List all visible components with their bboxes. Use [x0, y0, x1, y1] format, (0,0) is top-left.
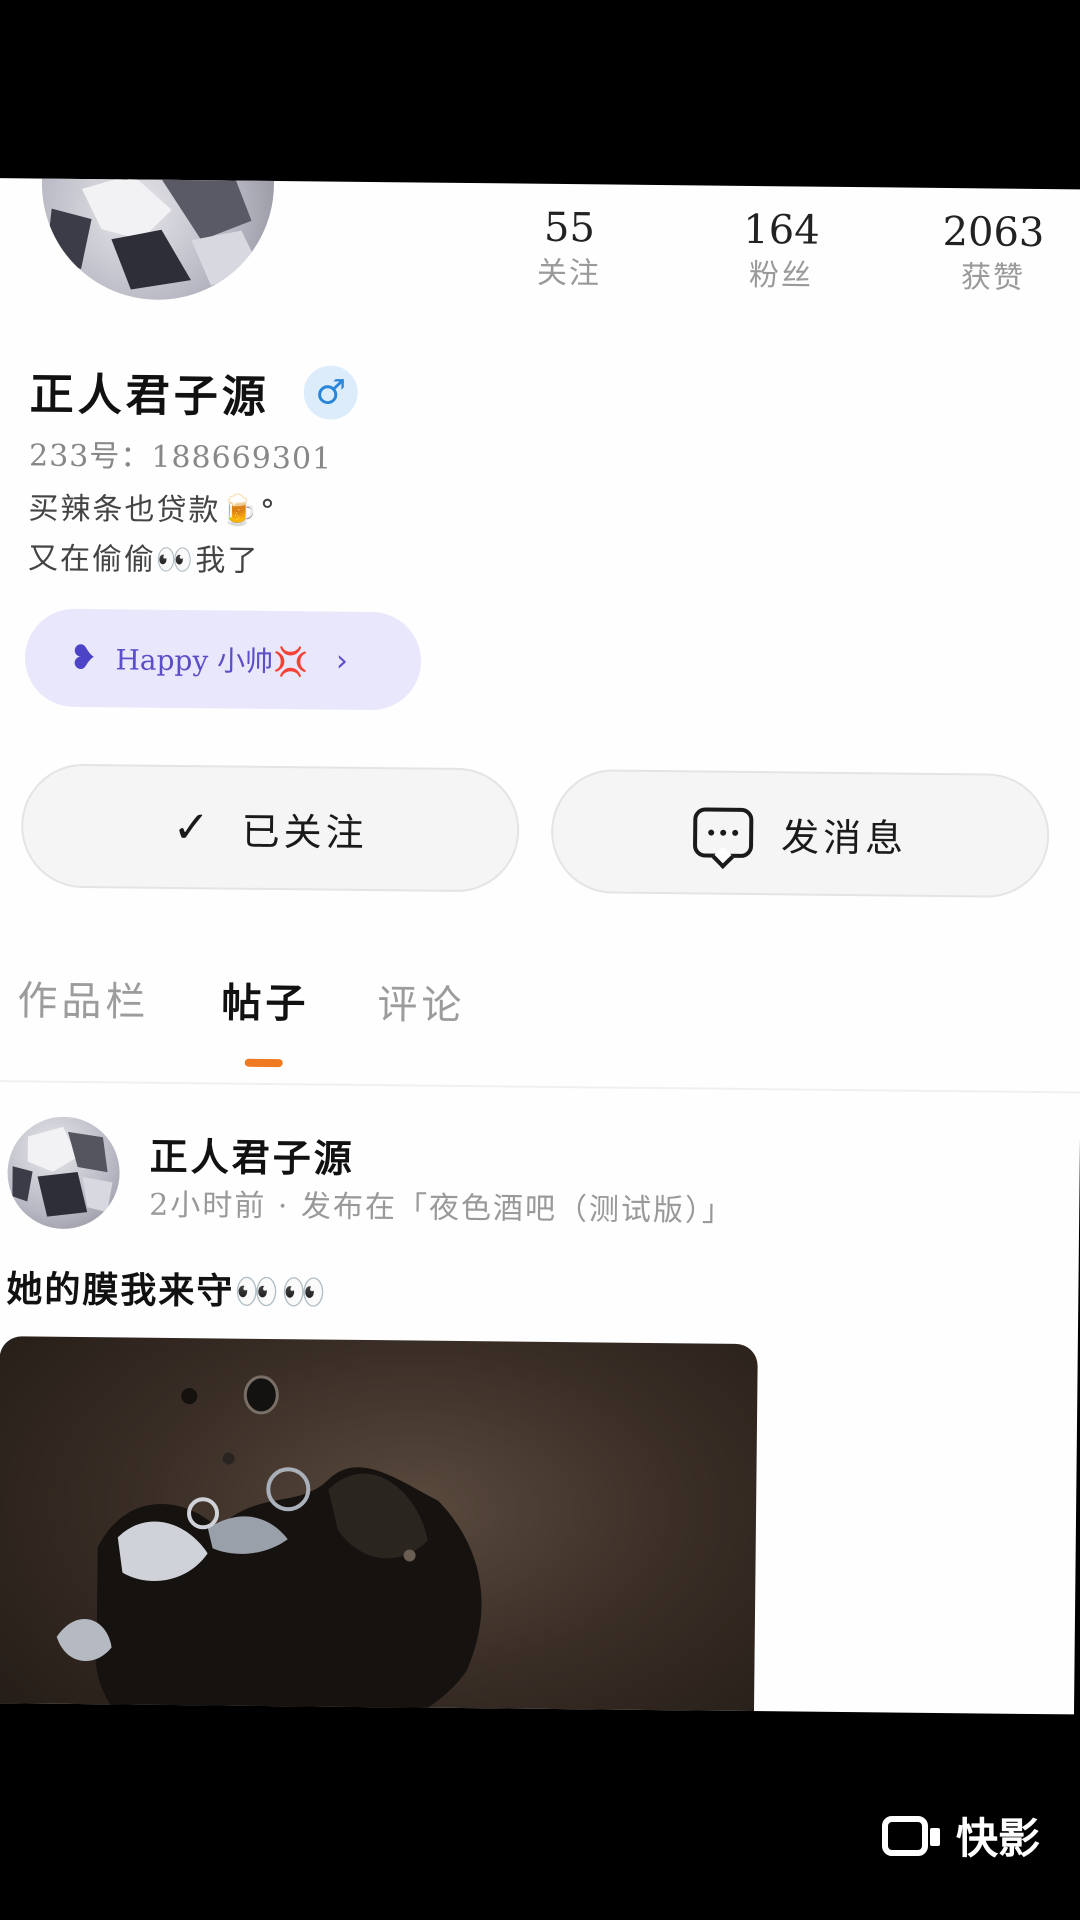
- post-image[interactable]: [0, 1336, 758, 1715]
- profile-bio-line: 买辣条也贷款🍺°: [28, 491, 278, 530]
- stat-value: 164: [743, 206, 820, 254]
- profile-tag-label: Happy 小帅💢: [115, 643, 309, 679]
- divider: [0, 1079, 1080, 1094]
- send-message-button[interactable]: 发消息: [550, 768, 1050, 899]
- profile-uid: 233号：188669301: [28, 438, 333, 477]
- post-text: 她的膜我来守👀👀: [6, 1268, 329, 1314]
- tab-comments[interactable]: 评论: [377, 972, 466, 1031]
- chevron-right-icon: ›: [335, 643, 349, 679]
- followed-button[interactable]: ✓ 已关注: [20, 763, 520, 893]
- watermark: 快影: [881, 1805, 1040, 1866]
- stat-followers[interactable]: 164 粉丝: [711, 206, 852, 299]
- stat-label: 粉丝: [748, 257, 814, 294]
- profile-tag[interactable]: ❥ Happy 小帅💢 ›: [24, 608, 422, 711]
- stat-value: 55: [543, 204, 596, 252]
- avatar-image: [12, 1126, 113, 1217]
- male-icon: ♂: [303, 365, 359, 420]
- tab-works[interactable]: 作品栏: [17, 968, 150, 1027]
- stat-label: 关注: [536, 255, 602, 292]
- stat-value: 2063: [942, 208, 1045, 257]
- followed-button-label: 已关注: [241, 809, 368, 855]
- send-message-button-label: 发消息: [780, 814, 908, 861]
- active-tab-indicator: [244, 1058, 283, 1068]
- stat-following[interactable]: 55 关注: [499, 203, 640, 296]
- stat-label: 获赞: [960, 260, 1026, 296]
- heart-icon: ❥: [68, 637, 98, 679]
- profile-bio-line: 又在偷偷👀我了: [27, 541, 260, 579]
- post-author-avatar[interactable]: [7, 1116, 121, 1230]
- profile-name: 正人君子源: [29, 369, 270, 423]
- watermark-label: 快影: [955, 1814, 1040, 1863]
- post-image-content: [56, 1375, 482, 1715]
- video-camera-icon: [881, 1815, 940, 1856]
- chat-bubble-icon: [692, 807, 754, 859]
- profile-avatar[interactable]: [40, 178, 275, 301]
- stat-likes[interactable]: 2063 获赞: [923, 208, 1064, 301]
- post-author-name[interactable]: 正人君子源: [150, 1126, 356, 1183]
- check-icon: ✓: [172, 801, 214, 853]
- tab-posts[interactable]: 帖子: [221, 970, 310, 1029]
- profile-screen: 55 关注 164 粉丝 2063 获赞 正人君子源 ♂ 233号：188669…: [0, 178, 1080, 1715]
- avatar-image: [46, 178, 262, 290]
- post-meta: 2小时前 · 发布在「夜色酒吧（测试版）」: [149, 1187, 735, 1229]
